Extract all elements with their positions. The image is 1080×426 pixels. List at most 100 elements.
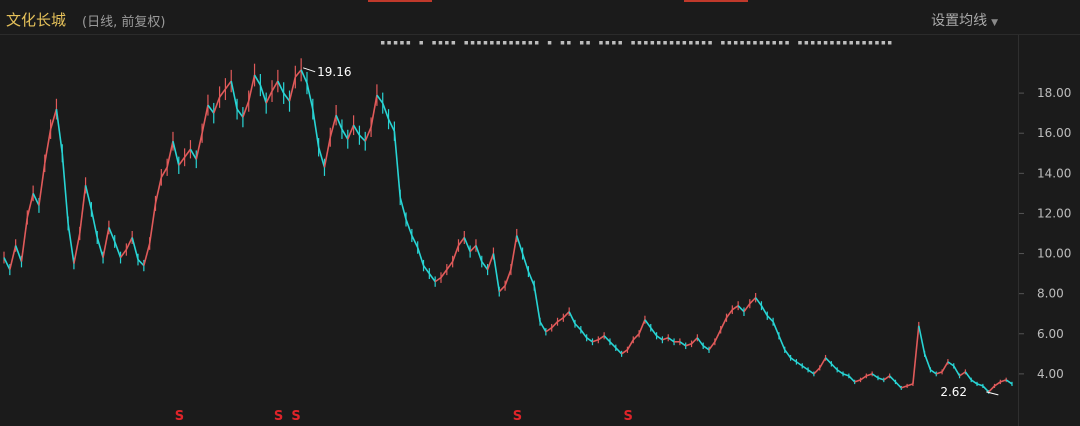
price-segment [615, 347, 623, 355]
price-segment [294, 69, 302, 78]
low-price-label: 2.62 [940, 385, 967, 399]
price-segment [207, 104, 215, 114]
price-segment [679, 341, 687, 347]
high-price-label: 19.16 [317, 65, 351, 79]
price-segment [446, 261, 454, 271]
price-segment [819, 357, 827, 369]
price-segment [539, 321, 547, 333]
price-segment [224, 80, 232, 90]
price-segment [108, 227, 116, 242]
price-segment [49, 108, 58, 130]
price-segment [866, 373, 873, 377]
price-segment [557, 317, 564, 323]
price-segment [20, 217, 29, 262]
annotation-arrow [302, 67, 316, 73]
price-segment [148, 203, 157, 244]
price-segment [760, 305, 768, 317]
price-segment [854, 379, 861, 383]
price-segment [1000, 379, 1007, 383]
price-segment [131, 237, 139, 260]
y-tick-label: 18.00 [1037, 86, 1071, 100]
price-segment [662, 337, 669, 341]
price-segment [416, 247, 425, 266]
price-segment [341, 128, 349, 140]
price-segment [352, 124, 361, 136]
price-segment [440, 269, 448, 279]
price-segment [842, 373, 850, 377]
price-segment [889, 375, 897, 383]
price-segment [481, 261, 489, 271]
price-segment [329, 114, 337, 138]
set-moving-average-label: 设置均线 [931, 13, 988, 29]
price-segment [376, 94, 384, 104]
price-segment [883, 375, 891, 381]
price-segment [708, 341, 716, 351]
price-segment [457, 237, 465, 246]
top-tab-indicator-2 [684, 0, 748, 2]
chevron-down-icon: ▼ [991, 18, 998, 28]
price-segment [901, 385, 908, 389]
price-segment [917, 325, 926, 354]
signal-marker[interactable]: S [274, 409, 283, 424]
set-moving-average-button[interactable]: 设置均线 ▼ [931, 10, 998, 30]
signal-marker[interactable]: S [623, 409, 632, 424]
price-segment [813, 367, 821, 375]
price-segment [621, 349, 628, 355]
price-segment [381, 102, 390, 120]
price-segment [213, 96, 221, 114]
price-segment [650, 327, 658, 337]
price-segment [347, 124, 355, 140]
price-segment [725, 309, 733, 319]
price-segment [719, 317, 728, 331]
price-segment [195, 133, 203, 160]
price-segment [504, 269, 512, 286]
price-segment [405, 219, 413, 236]
signal-marker[interactable]: S [291, 409, 300, 424]
price-segment [667, 337, 675, 343]
price-segment [562, 311, 570, 319]
price-segment [96, 237, 104, 258]
price-segment [877, 377, 885, 381]
price-segment [923, 353, 932, 371]
price-segment [247, 74, 256, 102]
price-segment [807, 369, 815, 375]
price-segment [259, 84, 267, 104]
price-segment [78, 185, 87, 234]
price-segment [358, 134, 366, 142]
y-tick-label: 14.00 [1037, 166, 1071, 180]
price-segment [364, 126, 372, 142]
price-segment [947, 361, 955, 367]
price-axis: 18.00 16.00 14.00 12.00 10.00 8.00 6.00 4.00 [1018, 35, 1071, 426]
price-segment [32, 193, 40, 206]
price-segment [754, 297, 763, 307]
price-segment [178, 156, 186, 166]
price-segment [492, 253, 501, 292]
price-segment [3, 257, 11, 270]
signal-marker[interactable]: S [513, 409, 522, 424]
price-segment [964, 371, 972, 381]
y-tick-label: 6.00 [1037, 327, 1064, 341]
price-segment [714, 329, 722, 343]
price-chart[interactable]: 19.162.62S S S S S [0, 35, 1018, 426]
price-segment [533, 285, 541, 322]
signal-marker[interactable]: S [175, 409, 184, 424]
price-segment [277, 80, 285, 94]
price-segment [790, 357, 797, 363]
price-segment [335, 114, 343, 130]
price-segment [230, 80, 238, 110]
price-segment [61, 153, 69, 224]
price-segment [283, 92, 291, 102]
price-segment [14, 245, 23, 262]
y-tick-label: 12.00 [1037, 206, 1071, 220]
price-segment [428, 273, 436, 283]
price-segment [137, 259, 145, 267]
price-segment [941, 361, 949, 373]
price-segment [183, 148, 192, 158]
price-segment [638, 319, 646, 335]
price-segment [912, 325, 920, 384]
price-segment [242, 100, 250, 118]
price-segment [288, 76, 297, 102]
price-segment [737, 305, 745, 313]
price-segment [586, 337, 593, 343]
price-segment [411, 235, 419, 248]
